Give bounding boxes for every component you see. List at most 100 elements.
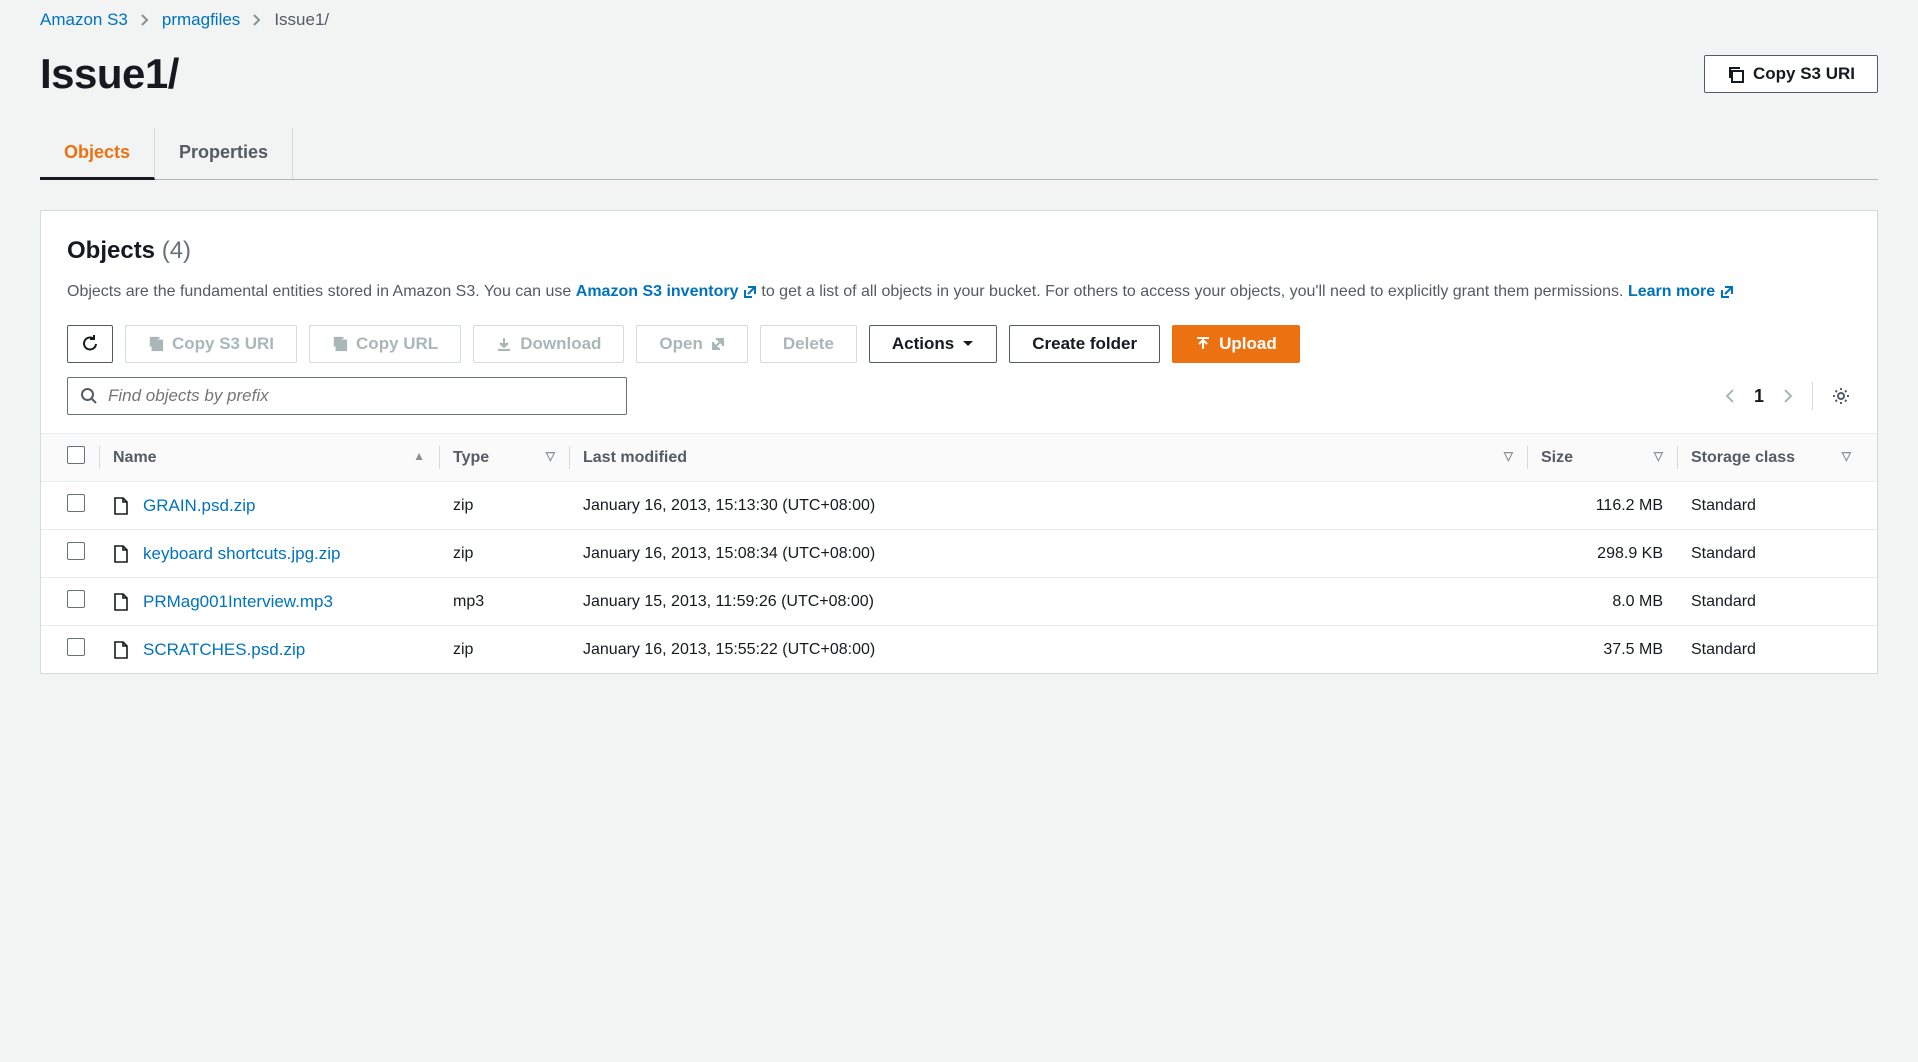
file-icon — [113, 641, 129, 658]
copy-url-button[interactable]: Copy URL — [309, 325, 461, 364]
copy-icon — [1727, 64, 1745, 84]
file-icon — [113, 497, 129, 514]
tabs: Objects Properties — [40, 128, 1878, 180]
download-icon — [496, 334, 512, 354]
gear-icon — [1831, 386, 1851, 406]
inventory-link-label: Amazon S3 inventory — [576, 283, 739, 300]
cell-storage-class: Standard — [1677, 578, 1877, 626]
cell-size: 298.9 KB — [1527, 530, 1677, 578]
cell-size: 116.2 MB — [1527, 482, 1677, 530]
search-box[interactable] — [67, 377, 627, 415]
chevron-right-icon — [252, 11, 262, 29]
cell-last-modified: January 16, 2013, 15:13:30 (UTC+08:00) — [569, 482, 1527, 530]
delete-button[interactable]: Delete — [760, 325, 857, 364]
panel-desc-mid: to get a list of all objects in your buc… — [761, 283, 1628, 300]
inventory-link[interactable]: Amazon S3 inventory — [576, 283, 762, 300]
page-title: Issue1/ — [40, 50, 179, 98]
cell-storage-class: Standard — [1677, 482, 1877, 530]
prev-page-button[interactable] — [1724, 387, 1736, 405]
open-button[interactable]: Open — [636, 325, 747, 364]
upload-button[interactable]: Upload — [1172, 325, 1300, 364]
cell-type: mp3 — [439, 578, 569, 626]
chevron-right-icon — [140, 11, 150, 29]
next-page-button[interactable] — [1782, 387, 1794, 405]
cell-type: zip — [439, 626, 569, 674]
table-row: GRAIN.psd.zip zipJanuary 16, 2013, 15:13:… — [41, 482, 1877, 530]
copy-s3-uri-label: Copy S3 URI — [1753, 64, 1855, 84]
cell-type: zip — [439, 530, 569, 578]
pagination: 1 — [1724, 382, 1851, 410]
cell-size: 8.0 MB — [1527, 578, 1677, 626]
breadcrumb-bucket[interactable]: prmagfiles — [162, 10, 240, 30]
cell-storage-class: Standard — [1677, 626, 1877, 674]
tab-properties[interactable]: Properties — [155, 128, 293, 179]
open-label: Open — [659, 334, 702, 354]
panel-count: (4) — [162, 237, 191, 264]
object-link[interactable]: PRMag001Interview.mp3 — [143, 592, 333, 611]
row-checkbox[interactable] — [67, 590, 85, 608]
refresh-button[interactable] — [67, 325, 113, 364]
select-all-checkbox[interactable] — [67, 446, 85, 464]
object-link[interactable]: GRAIN.psd.zip — [143, 496, 255, 515]
panel-desc-text: Objects are the fundamental entities sto… — [67, 283, 576, 300]
table-row: SCRATCHES.psd.zip zipJanuary 16, 2013, 15… — [41, 626, 1877, 674]
create-folder-button[interactable]: Create folder — [1009, 325, 1160, 364]
column-storage-class[interactable]: Storage class — [1691, 449, 1795, 466]
cell-type: zip — [439, 482, 569, 530]
copy-s3-uri-button-toolbar[interactable]: Copy S3 URI — [125, 325, 297, 364]
breadcrumb-current: Issue1/ — [274, 10, 329, 30]
cell-size: 37.5 MB — [1527, 626, 1677, 674]
copy-icon — [148, 334, 164, 354]
copy-icon — [332, 334, 348, 354]
external-link-icon — [743, 283, 761, 300]
sort-icon: ▽ — [1842, 449, 1851, 463]
table-row: PRMag001Interview.mp3mp3January 15, 2013… — [41, 578, 1877, 626]
upload-icon — [1195, 334, 1211, 354]
learn-more-label: Learn more — [1628, 283, 1715, 300]
create-folder-label: Create folder — [1032, 334, 1137, 354]
breadcrumb-root[interactable]: Amazon S3 — [40, 10, 128, 30]
download-label: Download — [520, 334, 601, 354]
external-link-icon — [1720, 283, 1734, 300]
column-type[interactable]: Type — [453, 449, 489, 466]
object-link[interactable]: SCRATCHES.psd.zip — [143, 640, 305, 659]
external-link-icon — [711, 334, 725, 354]
divider — [1812, 382, 1813, 410]
panel-description: Objects are the fundamental entities sto… — [67, 279, 1851, 305]
tab-objects[interactable]: Objects — [40, 128, 155, 180]
refresh-icon — [80, 334, 100, 355]
table-row: keyboard shortcuts.jpg.zipzipJanuary 16,… — [41, 530, 1877, 578]
learn-more-link[interactable]: Learn more — [1628, 283, 1734, 300]
settings-button[interactable] — [1831, 386, 1851, 406]
search-input[interactable] — [108, 386, 614, 406]
objects-panel: Objects (4) Objects are the fundamental … — [40, 210, 1878, 674]
file-icon — [113, 593, 129, 610]
panel-title-text: Objects — [67, 237, 155, 264]
download-button[interactable]: Download — [473, 325, 624, 364]
column-last-modified[interactable]: Last modified — [583, 449, 687, 466]
sort-icon: ▽ — [1504, 449, 1513, 463]
column-name[interactable]: Name — [113, 449, 157, 466]
copy-s3-uri-label: Copy S3 URI — [172, 334, 274, 354]
actions-button[interactable]: Actions — [869, 325, 997, 364]
toolbar: Copy S3 URI Copy URL Download Open — [67, 325, 1851, 364]
search-icon — [80, 387, 98, 405]
breadcrumb: Amazon S3 prmagfiles Issue1/ — [40, 0, 1878, 50]
copy-url-label: Copy URL — [356, 334, 438, 354]
row-checkbox[interactable] — [67, 638, 85, 656]
copy-s3-uri-button[interactable]: Copy S3 URI — [1704, 55, 1878, 93]
sort-asc-icon: ▲ — [413, 449, 425, 463]
cell-last-modified: January 16, 2013, 15:55:22 (UTC+08:00) — [569, 626, 1527, 674]
cell-storage-class: Standard — [1677, 530, 1877, 578]
sort-icon: ▽ — [546, 449, 555, 463]
upload-label: Upload — [1219, 334, 1277, 354]
caret-down-icon — [962, 334, 974, 354]
row-checkbox[interactable] — [67, 494, 85, 512]
page-number: 1 — [1754, 386, 1764, 407]
object-link[interactable]: keyboard shortcuts.jpg.zip — [143, 544, 341, 563]
objects-table: Name ▲ Type ▽ Last modified ▽ Size ▽ Storage… — [41, 433, 1877, 673]
sort-icon: ▽ — [1654, 449, 1663, 463]
file-icon — [113, 545, 129, 562]
row-checkbox[interactable] — [67, 542, 85, 560]
column-size[interactable]: Size — [1541, 449, 1573, 466]
